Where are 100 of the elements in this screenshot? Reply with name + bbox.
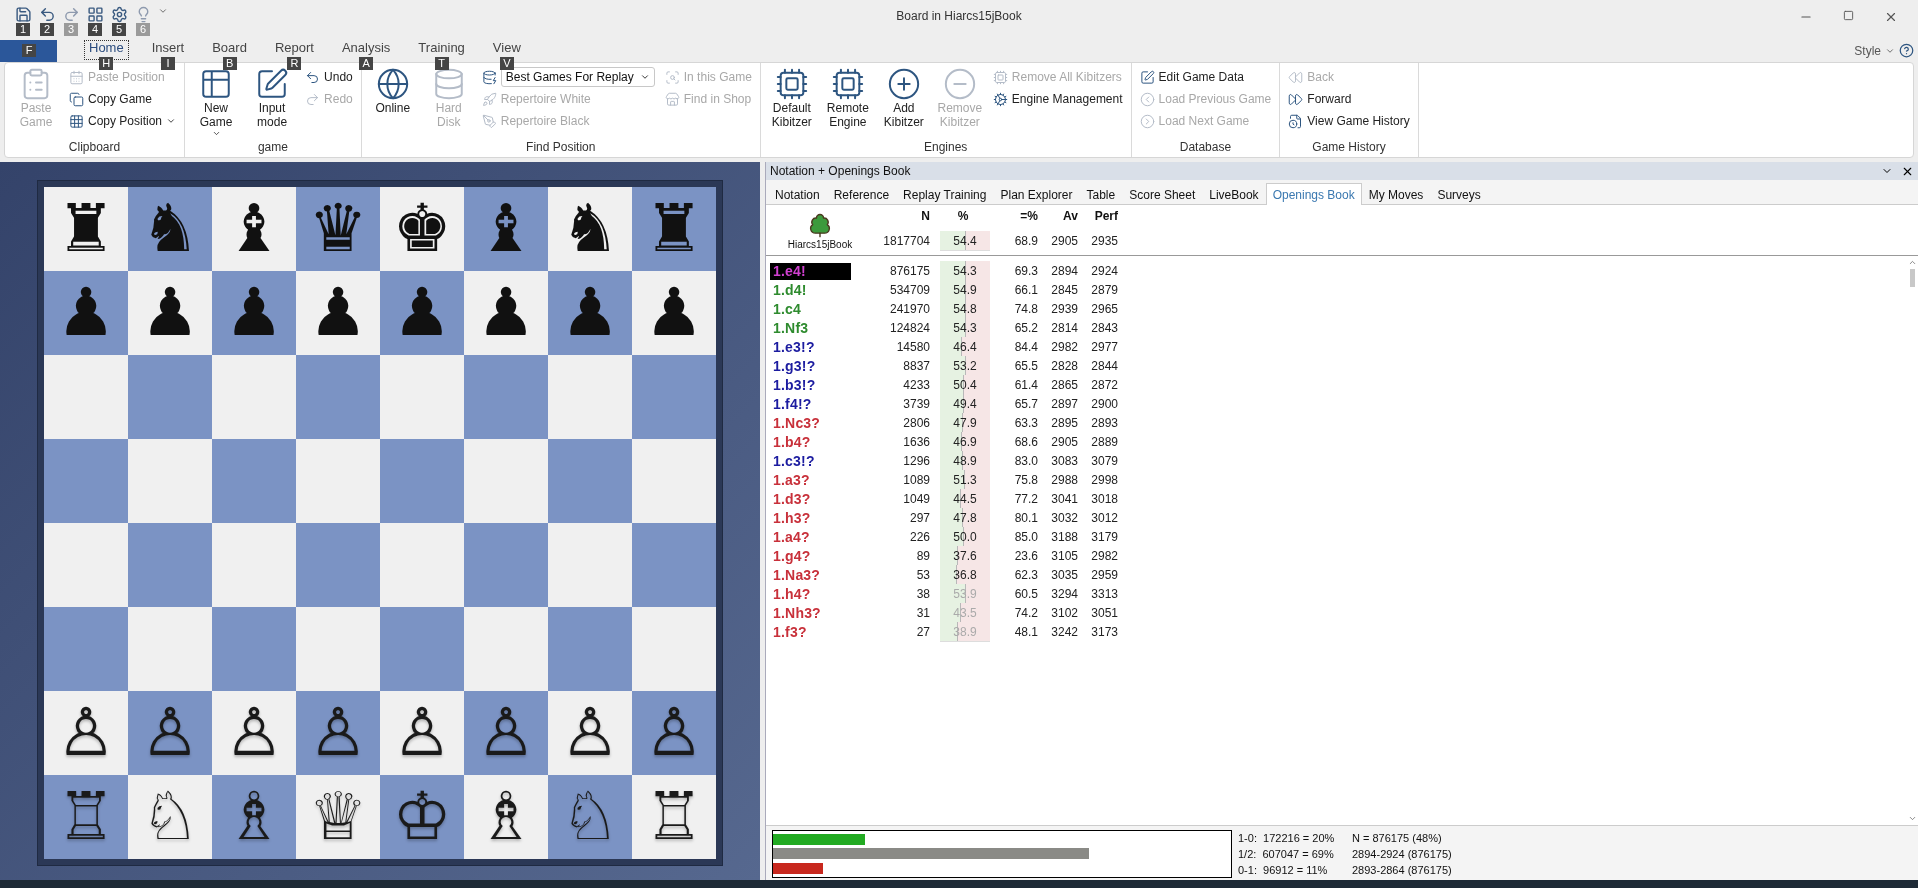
board-square[interactable]: ♙ [128,691,212,775]
board-square[interactable] [296,439,380,523]
board-square[interactable] [212,439,296,523]
column-header[interactable]: % [930,209,986,223]
ribbon-button[interactable]: Input mode [247,67,298,129]
chess-piece[interactable]: ♙ [392,700,452,766]
board-square[interactable] [212,607,296,691]
board-square[interactable]: ♖ [632,775,716,859]
column-header[interactable]: =% [986,209,1038,223]
board-square[interactable]: ♞ [548,187,632,271]
board-square[interactable]: ♞ [128,187,212,271]
panel-tab[interactable]: Plan Explorer [993,183,1080,205]
chess-piece[interactable]: ♟ [560,280,620,346]
move-cell[interactable]: 1.d4! [770,281,851,299]
move-cell[interactable]: 1.h4? [770,585,851,603]
chess-piece[interactable]: ♝ [476,196,536,262]
chess-piece[interactable]: ♙ [644,700,704,766]
board-square[interactable] [380,523,464,607]
move-cell[interactable]: 1.a4? [770,528,851,546]
move-cell[interactable]: 1.h3? [770,509,851,527]
board-square[interactable]: ♗ [212,775,296,859]
chess-piece[interactable]: ♔ [392,784,452,850]
chess-piece[interactable]: ♙ [308,700,368,766]
grid-icon[interactable] [86,6,104,23]
board-square[interactable]: ♙ [632,691,716,775]
column-header[interactable]: N [870,209,930,223]
style-menu[interactable]: Style [1854,43,1881,58]
chess-piece[interactable]: ♕ [308,784,368,850]
board-square[interactable]: ♙ [212,691,296,775]
chess-piece[interactable]: ♙ [224,700,284,766]
board-square[interactable] [464,439,548,523]
chess-piece[interactable]: ♜ [56,196,116,262]
board-square[interactable]: ♙ [380,691,464,775]
ribbon-button[interactable]: View Game History [1286,111,1412,131]
chess-piece[interactable]: ♟ [140,280,200,346]
board-square[interactable]: ♘ [548,775,632,859]
board-square[interactable]: ♖ [44,775,128,859]
chess-piece[interactable]: ♙ [560,700,620,766]
ribbon-button[interactable]: Edit Game Data [1137,67,1274,87]
chess-piece[interactable]: ♛ [308,196,368,262]
games-dropdown[interactable]: Best Games For Replay [500,67,655,87]
chess-piece[interactable]: ♖ [56,784,116,850]
ribbon-button[interactable]: New Game [191,67,242,138]
board-square[interactable]: ♟ [548,271,632,355]
column-header[interactable]: Av [1038,209,1078,223]
help-icon[interactable] [1899,43,1914,58]
chess-piece[interactable]: ♖ [644,784,704,850]
chess-piece[interactable]: ♙ [56,700,116,766]
move-cell[interactable]: 1.Na3? [770,566,851,584]
ribbon-tab[interactable]: Analysis [336,40,396,60]
ribbon-tab[interactable]: Training [413,40,470,60]
board-square[interactable] [464,607,548,691]
chess-piece[interactable]: ♗ [476,784,536,850]
scroll-up-icon[interactable] [1907,258,1917,267]
board-square[interactable]: ♔ [380,775,464,859]
board-square[interactable] [128,355,212,439]
ribbon-button[interactable]: Online [367,67,418,115]
move-cell[interactable]: 1.e4! [770,262,851,280]
board-square[interactable]: ♙ [44,691,128,775]
chess-piece[interactable]: ♚ [392,196,452,262]
board-square[interactable] [464,523,548,607]
board-square[interactable] [44,439,128,523]
chess-piece[interactable]: ♗ [224,784,284,850]
ribbon-tab[interactable]: Report [269,40,319,60]
caret-icon[interactable] [158,6,168,16]
settings-icon[interactable] [110,6,128,23]
chess-piece[interactable]: ♟ [644,280,704,346]
move-cell[interactable]: 1.e3!? [770,338,851,356]
panel-tab[interactable]: Score Sheet [1122,183,1203,205]
chess-piece[interactable]: ♙ [476,700,536,766]
move-cell[interactable]: 1.f4!? [770,395,851,413]
board-square[interactable] [464,355,548,439]
move-cell[interactable]: 1.f3? [770,623,851,641]
board-square[interactable]: ♟ [380,271,464,355]
board-square[interactable]: ♛ [296,187,380,271]
board-square[interactable] [380,355,464,439]
chess-piece[interactable]: ♟ [56,280,116,346]
board-square[interactable] [128,439,212,523]
undo-icon[interactable] [38,6,56,23]
move-cell[interactable]: 1.g4? [770,547,851,565]
board-square[interactable] [128,523,212,607]
board-square[interactable]: ♜ [632,187,716,271]
ribbon-button[interactable]: Copy Game [67,89,179,109]
ribbon-button[interactable]: Engine Management [990,89,1125,109]
board-square[interactable]: ♚ [380,187,464,271]
board-square[interactable]: ♟ [44,271,128,355]
board-square[interactable] [296,523,380,607]
board-square[interactable]: ♟ [464,271,548,355]
board-square[interactable] [632,355,716,439]
ribbon-button[interactable]: Add Kibitzer [878,67,929,129]
board-square[interactable]: ♕ [296,775,380,859]
move-cell[interactable]: 1.b4? [770,433,851,451]
scroll-down-icon[interactable] [1907,814,1917,823]
panel-tab[interactable]: Surveys [1430,183,1488,205]
board-square[interactable]: ♝ [212,187,296,271]
board-square[interactable]: ♜ [44,187,128,271]
board-square[interactable] [548,523,632,607]
ribbon-button[interactable]: Undo [303,67,355,87]
board-square[interactable] [380,439,464,523]
board-square[interactable] [212,355,296,439]
